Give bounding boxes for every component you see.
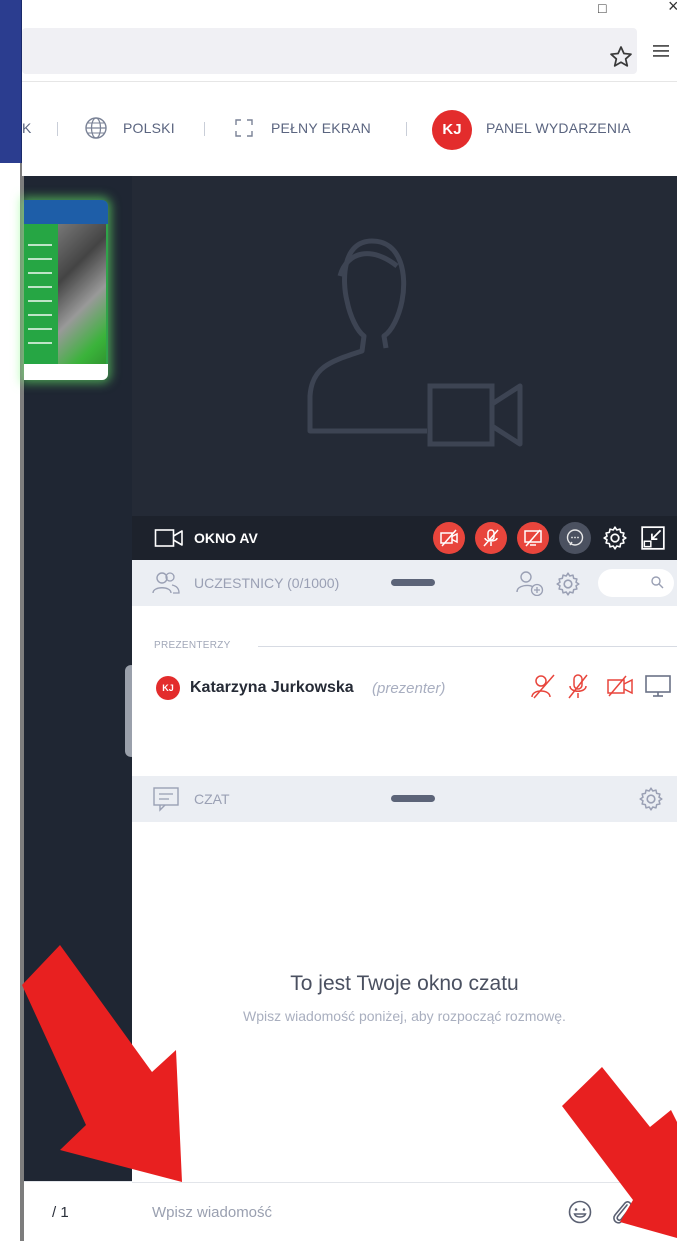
event-panel-button[interactable]: PANEL WYDARZENIA (486, 120, 631, 136)
screen-icon[interactable] (644, 672, 672, 700)
mic-off-button[interactable] (475, 522, 507, 554)
user-avatar[interactable]: KJ (432, 110, 472, 150)
presentation-footer: / 1 (24, 1181, 132, 1241)
chat-toggle-button[interactable] (559, 522, 591, 554)
screen-share-off-button[interactable] (517, 522, 549, 554)
participants-search-input[interactable] (598, 569, 674, 597)
screen-share-off-icon (524, 529, 542, 547)
header-partial-item[interactable]: K (22, 120, 32, 136)
video-off-icon[interactable] (606, 672, 634, 700)
background-window-strip (0, 0, 22, 163)
slide-thumbnail[interactable] (24, 200, 108, 380)
app-screen: □ × K POLSKI PEŁNY EKRAN KJ PANEL WYDARZ… (0, 0, 677, 1241)
send-button[interactable] (648, 1197, 677, 1227)
header-divider (57, 122, 58, 136)
message-input[interactable] (152, 1199, 552, 1225)
mic-off-icon[interactable] (564, 672, 592, 700)
section-divider (258, 646, 677, 647)
browser-titlebar: □ × (22, 0, 677, 22)
page-indicator: / 1 (52, 1204, 69, 1221)
attach-icon[interactable] (609, 1198, 635, 1226)
gear-icon[interactable] (602, 525, 628, 551)
participants-header[interactable]: UCZESTNICY (0/1000) (132, 560, 677, 606)
chat-header[interactable]: CZAT (132, 776, 677, 822)
close-window-icon[interactable]: × (668, 0, 677, 17)
header-divider (204, 122, 205, 136)
chat-input-bar (132, 1182, 677, 1241)
video-off-button[interactable] (433, 522, 465, 554)
av-window-bar: OKNO AV (132, 516, 677, 560)
send-icon (655, 1205, 671, 1219)
gear-icon[interactable] (555, 571, 581, 597)
presenter-icon[interactable] (530, 672, 558, 700)
avatar: KJ (156, 676, 180, 700)
menu-icon[interactable] (650, 40, 672, 62)
av-video-area (132, 176, 677, 516)
search-icon (651, 576, 664, 589)
chat-title: CZAT (194, 791, 230, 807)
app-header: K POLSKI PEŁNY EKRAN KJ PANEL WYDARZENIA (22, 82, 677, 176)
globe-icon[interactable] (84, 116, 108, 140)
presenter-name: Katarzyna Jurkowska (190, 679, 354, 696)
people-icon (152, 572, 180, 594)
language-selector[interactable]: POLSKI (123, 120, 175, 136)
chat-bubble-icon (566, 529, 584, 546)
add-user-icon[interactable] (516, 570, 544, 596)
fullscreen-icon[interactable] (234, 118, 254, 138)
presenter-role: (prezenter) (372, 680, 446, 697)
camera-icon (154, 529, 183, 547)
participants-list: PREZENTERZY KJ Katarzyna Jurkowska (prez… (132, 606, 677, 776)
chat-icon (153, 787, 179, 812)
participants-title: UCZESTNICY (0/1000) (194, 575, 340, 591)
star-icon[interactable] (608, 44, 634, 70)
restore-window-icon[interactable]: □ (598, 0, 606, 16)
mic-off-icon (483, 529, 499, 547)
participants-collapse-handle[interactable] (391, 579, 435, 586)
av-window-title: OKNO AV (194, 530, 258, 546)
chat-empty-title: To jest Twoje okno czatu (290, 972, 519, 995)
header-divider (406, 122, 407, 136)
video-off-icon (440, 529, 458, 547)
chat-empty-subtitle: Wpisz wiadomość poniżej, aby rozpocząć r… (243, 1008, 566, 1024)
minimize-window-icon[interactable] (640, 525, 666, 551)
fullscreen-button[interactable]: PEŁNY EKRAN (271, 120, 371, 136)
presenters-section-label: PREZENTERZY (154, 640, 231, 651)
chat-messages: To jest Twoje okno czatu Wpisz wiadomość… (132, 822, 677, 1182)
person-placeholder-icon (307, 238, 523, 447)
chat-collapse-handle[interactable] (391, 795, 435, 802)
gear-icon[interactable] (638, 786, 664, 812)
emoji-icon[interactable] (567, 1199, 593, 1225)
address-bar[interactable] (22, 28, 637, 74)
browser-toolbar (22, 22, 677, 82)
